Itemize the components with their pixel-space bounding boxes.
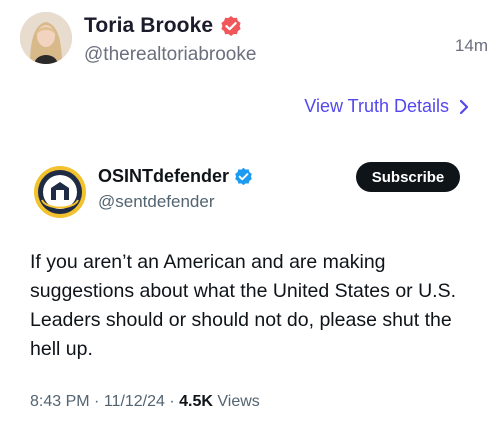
subscribe-button[interactable]: Subscribe (356, 162, 460, 192)
truth-verified-badge-icon (220, 15, 242, 37)
tweet-date[interactable]: 11/12/24 (104, 393, 165, 410)
chevron-right-icon (458, 99, 470, 115)
truth-post-screenshot: Toria Brooke @therealtoriabrooke 14m Vie… (0, 0, 500, 442)
tweet-author-handle[interactable]: @sentdefender (98, 192, 215, 212)
truth-post-header: Toria Brooke @therealtoriabrooke 14m (0, 0, 500, 80)
views-label: Views (217, 393, 260, 410)
tweet-meta: 8:43 PM · 11/12/24 · 4.5K Views (30, 393, 260, 411)
tweet-avatar[interactable] (32, 164, 88, 220)
author-name[interactable]: Toria Brooke (84, 14, 213, 38)
tweet-time[interactable]: 8:43 PM (30, 393, 90, 410)
avatar[interactable] (20, 12, 72, 64)
tweet-author-name[interactable]: OSINTdefender (98, 166, 229, 187)
meta-separator: · (94, 393, 100, 410)
meta-separator: · (169, 393, 175, 410)
view-truth-details-label: View Truth Details (304, 96, 449, 116)
views-count: 4.5K (179, 393, 213, 410)
view-truth-details-link[interactable]: View Truth Details (304, 96, 470, 117)
tweet-text: If you aren’t an American and are making… (30, 251, 457, 360)
x-verified-badge-icon (234, 167, 253, 186)
post-timestamp: 14m (454, 36, 488, 55)
author-handle[interactable]: @therealtoriabrooke (84, 44, 256, 66)
